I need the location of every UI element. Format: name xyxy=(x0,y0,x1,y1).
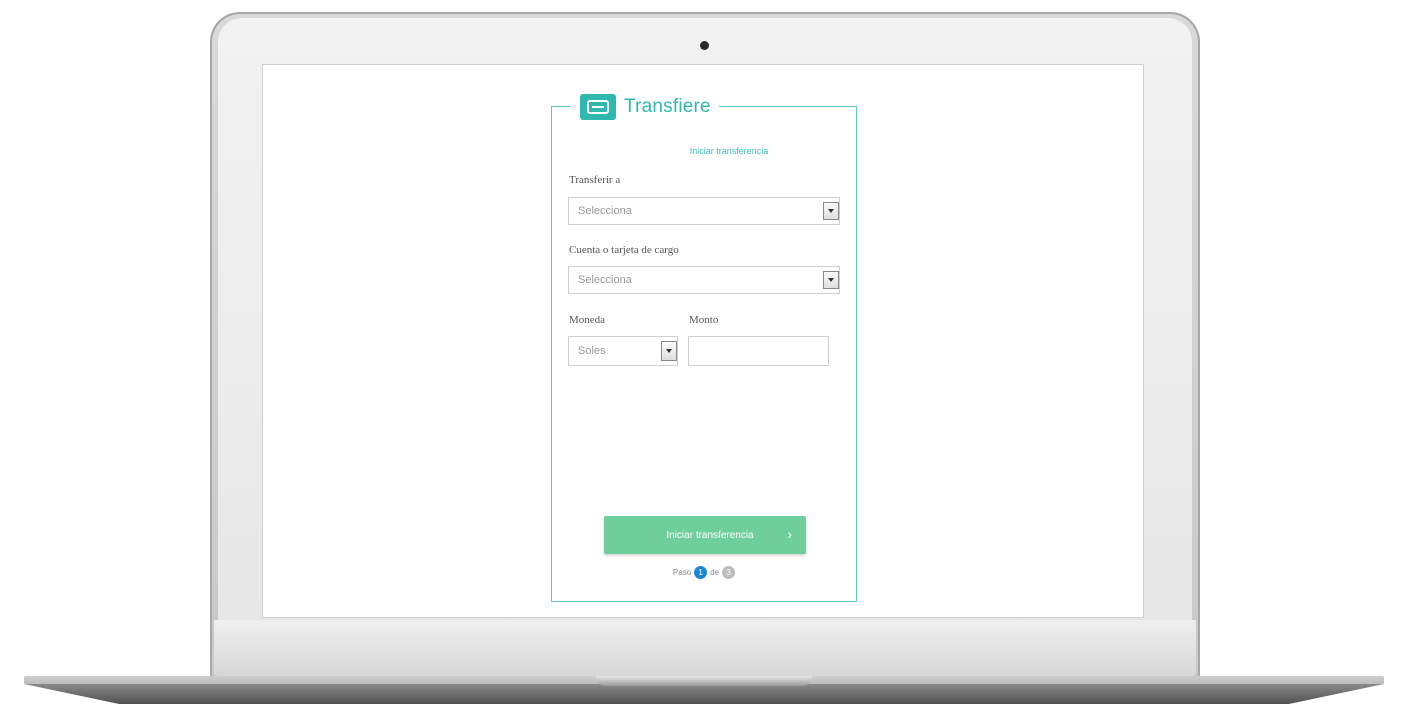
source-account-select[interactable]: Selecciona xyxy=(568,266,840,294)
transfer-to-value: Selecciona xyxy=(578,205,632,217)
laptop-base xyxy=(24,676,1384,704)
step-current: 1 xyxy=(694,566,708,579)
source-account-label: Cuenta o tarjeta de cargo xyxy=(569,244,679,256)
camera-icon xyxy=(700,41,709,50)
source-account-value: Selecciona xyxy=(578,274,632,286)
brand-header: Transfiere xyxy=(570,92,719,122)
start-transfer-label: Iniciar transferencia xyxy=(666,529,754,541)
transfer-to-label: Transferir a xyxy=(569,174,621,186)
transfer-arrows-icon xyxy=(580,94,616,120)
laptop-notch xyxy=(596,676,812,686)
brand-name: Transfiere xyxy=(624,96,711,117)
form-subtitle: Iniciar transferencia xyxy=(689,146,769,156)
amount-label: Monto xyxy=(689,314,719,326)
chevron-down-icon[interactable] xyxy=(823,202,839,220)
amount-input[interactable] xyxy=(688,336,829,366)
chevron-down-icon[interactable] xyxy=(823,271,839,289)
step-indicator: Paso 1 de 3 xyxy=(552,566,856,579)
step-prefix: Paso xyxy=(672,568,692,577)
currency-value: Soles xyxy=(578,345,606,357)
step-middle: de xyxy=(710,568,720,577)
chevron-right-icon: › xyxy=(787,526,792,542)
chevron-down-icon[interactable] xyxy=(661,341,677,361)
currency-select[interactable]: Soles xyxy=(568,336,678,366)
step-total: 3 xyxy=(722,566,736,579)
start-transfer-button[interactable]: Iniciar transferencia › xyxy=(604,516,806,554)
laptop-mockup: Transfiere Iniciar transferencia Transfe… xyxy=(0,0,1402,704)
currency-label: Moneda xyxy=(569,314,606,326)
transfer-to-select[interactable]: Selecciona xyxy=(568,197,840,225)
laptop-bezel xyxy=(214,620,1196,676)
